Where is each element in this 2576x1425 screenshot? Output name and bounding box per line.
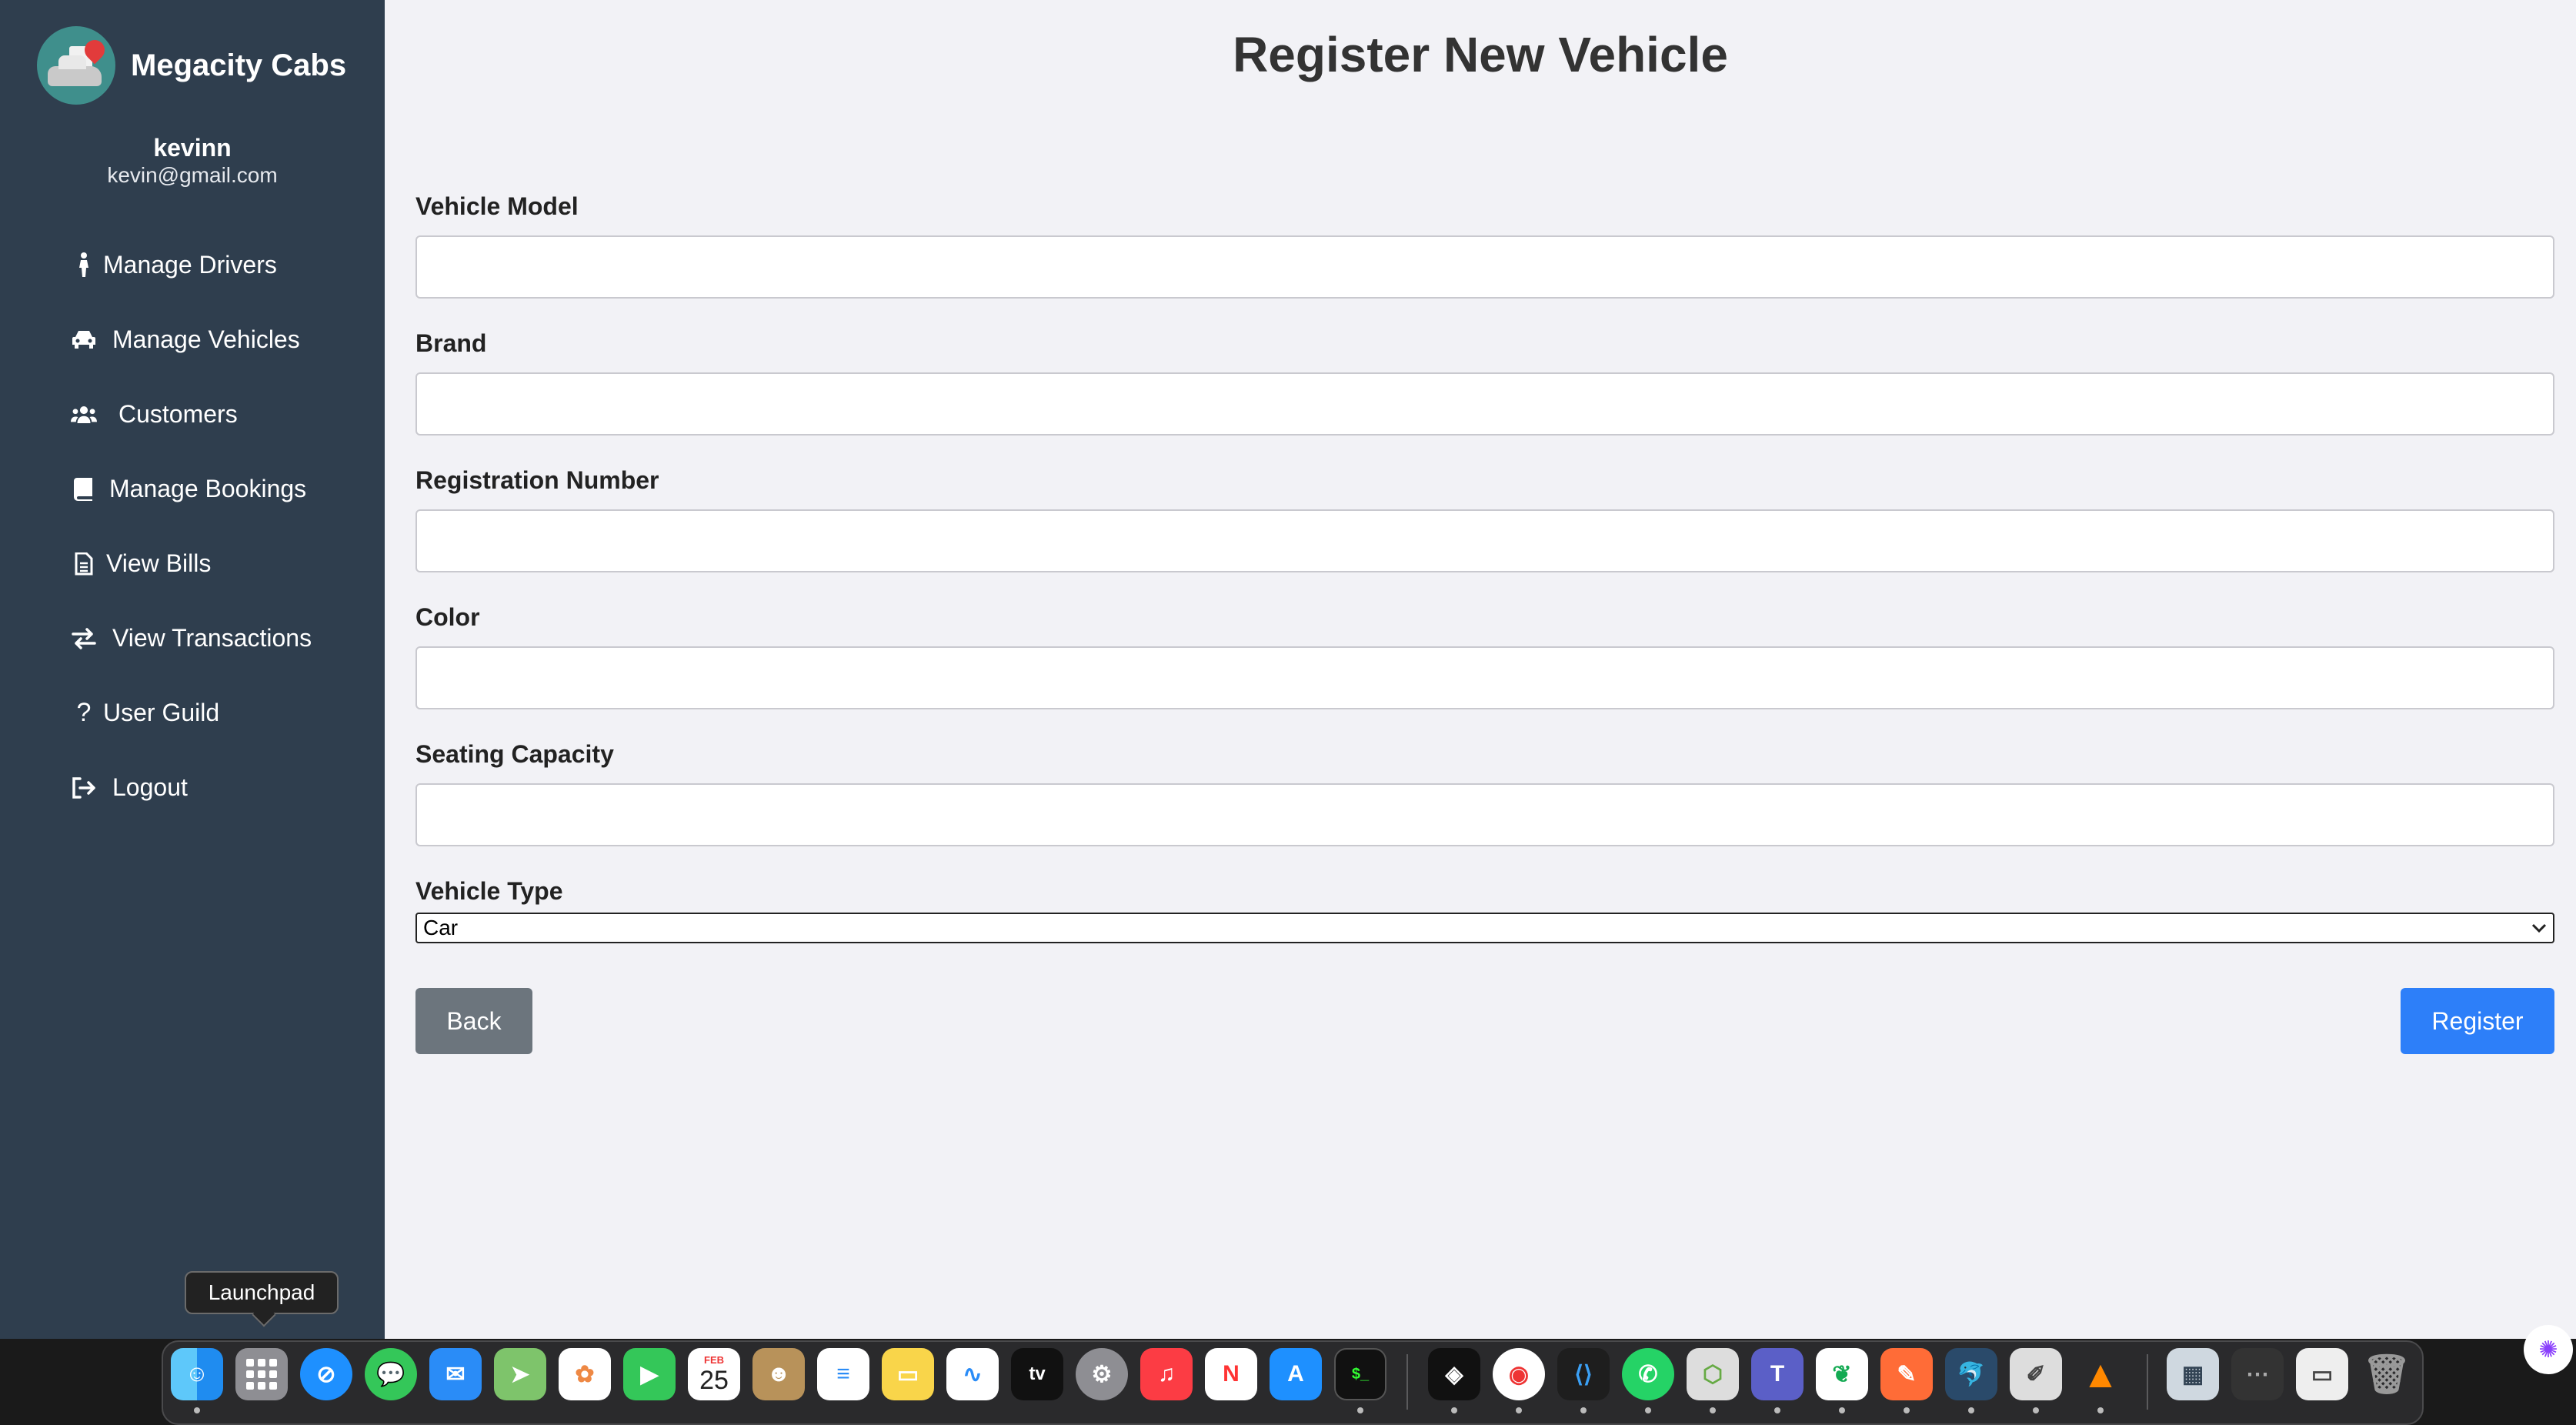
vscode-icon[interactable]: ⟨⟩ bbox=[1557, 1348, 1610, 1400]
sidebar-item-manage-bookings[interactable]: Manage Bookings bbox=[0, 452, 385, 526]
calendar-month: FEB bbox=[704, 1354, 724, 1366]
vehicle-type-select[interactable]: Car bbox=[415, 913, 2554, 943]
brand-name: Megacity Cabs bbox=[131, 48, 347, 82]
sidebar-item-logout[interactable]: Logout bbox=[0, 750, 385, 825]
messages-icon[interactable]: 💬 bbox=[365, 1348, 417, 1400]
facetime-icon[interactable]: ▶ bbox=[623, 1348, 676, 1400]
teams-icon[interactable]: T bbox=[1751, 1348, 1804, 1400]
photos-icon[interactable]: ✿ bbox=[559, 1348, 611, 1400]
dock-tooltip: Launchpad bbox=[185, 1271, 339, 1314]
terminal-icon[interactable]: $_ bbox=[1334, 1348, 1386, 1400]
sidebar: Megacity Cabs kevinn kevin@gmail.com Man… bbox=[0, 0, 385, 1425]
brand-label: Brand bbox=[415, 329, 487, 357]
sidebar-item-manage-vehicles[interactable]: Manage Vehicles bbox=[0, 302, 385, 377]
launchpad-icon[interactable] bbox=[235, 1348, 288, 1400]
chrome-icon[interactable]: ◉ bbox=[1493, 1348, 1545, 1400]
sidebar-item-label: Logout bbox=[112, 773, 188, 801]
main-content: Register New Vehicle Vehicle Model Brand… bbox=[385, 0, 2576, 1339]
back-button[interactable]: Back bbox=[415, 988, 532, 1054]
whatsapp-icon[interactable]: ✆ bbox=[1622, 1348, 1674, 1400]
sidebar-item-label: View Bills bbox=[106, 549, 212, 577]
brand-input[interactable] bbox=[415, 372, 2554, 436]
trash-icon[interactable]: 🗑 bbox=[2361, 1348, 2413, 1400]
sidebar-item-label: Manage Drivers bbox=[103, 251, 277, 279]
logout-icon bbox=[71, 775, 97, 801]
sidebar-nav: Manage Drivers Manage Vehicles Customers… bbox=[0, 228, 385, 825]
registration-number-label: Registration Number bbox=[415, 466, 659, 494]
megacity-cabs-logo bbox=[37, 26, 115, 105]
screenshot-icon[interactable]: ⋯ bbox=[2231, 1348, 2284, 1400]
car-icon bbox=[71, 327, 97, 353]
maps-icon[interactable]: ➤ bbox=[494, 1348, 546, 1400]
person-walking-icon bbox=[71, 252, 97, 279]
calendar-day: 25 bbox=[699, 1366, 729, 1395]
page-title: Register New Vehicle bbox=[1233, 27, 1728, 82]
calendar-icon[interactable]: FEB 25 bbox=[688, 1348, 740, 1400]
question-icon: ? bbox=[76, 698, 92, 727]
user-name: kevinn bbox=[153, 134, 232, 162]
window-icon[interactable]: ▭ bbox=[2296, 1348, 2348, 1400]
sidebar-item-user-guild[interactable]: ? User Guild bbox=[0, 676, 385, 750]
freeform-icon[interactable]: ∿ bbox=[946, 1348, 999, 1400]
vehicle-type-label: Vehicle Type bbox=[415, 877, 563, 905]
users-icon bbox=[71, 402, 97, 428]
color-label: Color bbox=[415, 603, 480, 631]
user-email: kevin@gmail.com bbox=[107, 163, 278, 187]
notes-icon[interactable]: ▭ bbox=[882, 1348, 934, 1400]
brand[interactable]: Megacity Cabs bbox=[37, 26, 346, 105]
mongodb-compass-icon[interactable]: ❦ bbox=[1816, 1348, 1868, 1400]
vehicle-model-label: Vehicle Model bbox=[415, 192, 579, 220]
sidebar-item-label: Manage Bookings bbox=[109, 475, 307, 502]
seating-capacity-label: Seating Capacity bbox=[415, 740, 614, 768]
sidebar-item-customers[interactable]: Customers bbox=[0, 377, 385, 452]
sidebar-item-label: View Transactions bbox=[112, 624, 312, 652]
sidebar-item-manage-drivers[interactable]: Manage Drivers bbox=[0, 228, 385, 302]
reminders-icon[interactable]: ≡ bbox=[817, 1348, 869, 1400]
news-icon[interactable]: N bbox=[1205, 1348, 1257, 1400]
vlc-icon[interactable]: ▲ bbox=[2074, 1348, 2127, 1400]
exchange-icon bbox=[71, 626, 97, 652]
mysql-workbench-icon[interactable]: 🐬 bbox=[1945, 1348, 1997, 1400]
app-store-icon[interactable]: A bbox=[1270, 1348, 1322, 1400]
vehicle-model-input[interactable] bbox=[415, 235, 2554, 299]
script-editor-icon[interactable]: ✐ bbox=[2010, 1348, 2062, 1400]
mail-icon[interactable]: ✉ bbox=[429, 1348, 482, 1400]
vehicle-type-selected-value: Car bbox=[423, 916, 459, 939]
cube-app-icon[interactable]: ⬡ bbox=[1687, 1348, 1739, 1400]
settings-icon[interactable]: ⚙ bbox=[1076, 1348, 1128, 1400]
safari-icon[interactable]: ⊘ bbox=[300, 1348, 352, 1400]
sidebar-item-label: User Guild bbox=[103, 699, 220, 726]
book-icon bbox=[71, 476, 97, 502]
register-button[interactable]: Register bbox=[2401, 988, 2554, 1054]
finder-icon[interactable]: ☺ bbox=[171, 1348, 223, 1400]
sidebar-item-label: Customers bbox=[118, 400, 238, 428]
registration-number-input[interactable] bbox=[415, 509, 2554, 572]
sidebar-item-view-bills[interactable]: View Bills bbox=[0, 526, 385, 601]
file-icon bbox=[71, 551, 97, 577]
chevron-down-icon bbox=[2531, 917, 2547, 939]
sidebar-item-view-transactions[interactable]: View Transactions bbox=[0, 601, 385, 676]
siri-icon[interactable]: ✺ bbox=[2524, 1325, 2573, 1374]
unity-hub-icon[interactable]: ◈ bbox=[1428, 1348, 1480, 1400]
postman-icon[interactable]: ✎ bbox=[1880, 1348, 1933, 1400]
sidebar-item-label: Manage Vehicles bbox=[112, 325, 300, 353]
color-input[interactable] bbox=[415, 646, 2554, 709]
tv-icon[interactable]: tv bbox=[1011, 1348, 1063, 1400]
preview-icon[interactable]: ▦ bbox=[2167, 1348, 2219, 1400]
music-icon[interactable]: ♫ bbox=[1140, 1348, 1193, 1400]
seating-capacity-input[interactable] bbox=[415, 783, 2554, 846]
contacts-icon[interactable]: ☻ bbox=[752, 1348, 805, 1400]
